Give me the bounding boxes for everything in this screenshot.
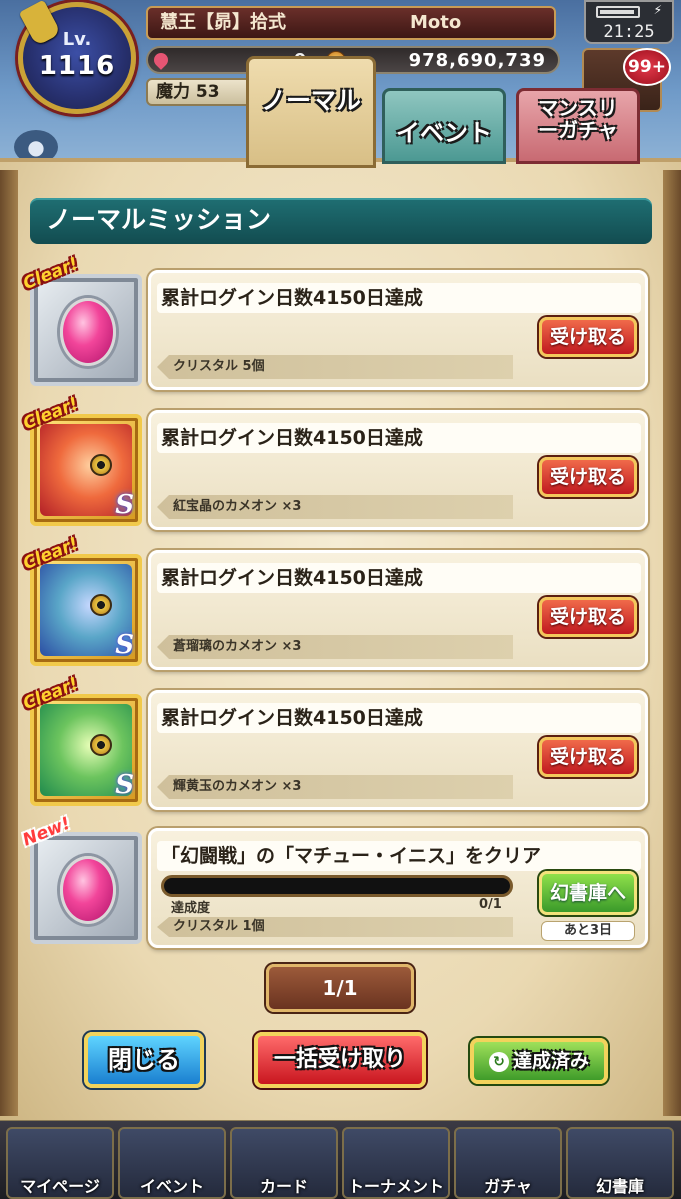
time-remaining: あと3日 xyxy=(541,921,635,941)
player-name: Moto xyxy=(410,12,462,33)
reward-icon-frame xyxy=(30,832,142,944)
tab-monthly-label: マンスリーガチャ xyxy=(538,96,618,142)
page-indicator[interactable]: 1/1 xyxy=(266,964,414,1012)
mission-title: 累計ログイン日数4150日達成 xyxy=(157,563,641,593)
tab-monthly-gacha[interactable]: マンスリーガチャ xyxy=(516,88,640,164)
status-clock: ⚡ 21:25 xyxy=(584,0,674,44)
refresh-icon: ↻ xyxy=(488,1051,509,1072)
clock-time: 21:25 xyxy=(603,22,655,42)
crystal-icon xyxy=(60,298,116,366)
mission-reward: 紅宝晶のカメオン ×3 xyxy=(157,495,513,519)
mission-title: 累計ログイン日数4150日達成 xyxy=(157,423,641,453)
mission-card: 累計ログイン日数4150日達成 受け取る 紅宝晶のカメオン ×3 xyxy=(148,410,648,530)
battery-icon xyxy=(596,6,640,18)
nav-label: マイページ xyxy=(20,1177,100,1196)
notification-badge: 99+ xyxy=(623,48,671,86)
gold-value: 978,690,739 xyxy=(408,50,546,71)
nav-label: カード xyxy=(259,1177,308,1196)
nav-gacha[interactable]: ガチャ xyxy=(454,1127,562,1199)
mission-card: 「幻闘戦」の「マチュー・イニス」をクリア 達成度 0/1 クリスタル 1個 幻書… xyxy=(148,828,648,948)
progress-label: 達成度 xyxy=(171,901,211,916)
bottom-nav: マイページ イベント カード トーナメント ガチャ 幻書庫 xyxy=(0,1118,681,1199)
mission-item: S Clear! 累計ログイン日数4150日達成 受け取る 紅宝晶のカメオン ×… xyxy=(20,394,650,530)
mission-item: S Clear! 累計ログイン日数4150日達成 受け取る 輝黄玉のカメオン ×… xyxy=(20,674,650,810)
mission-reward: クリスタル 5個 xyxy=(157,355,513,379)
nav-label: トーナメント xyxy=(347,1177,444,1196)
achieved-filter-button[interactable]: ↻ 達成済み xyxy=(470,1038,608,1084)
crystal-icon xyxy=(60,856,116,924)
gem-icon xyxy=(151,50,171,70)
tab-event[interactable]: イベント xyxy=(382,88,506,164)
tab-normal[interactable]: ノーマル xyxy=(246,56,376,168)
reward-icon-frame xyxy=(30,274,142,386)
nav-event[interactable]: イベント xyxy=(118,1127,226,1199)
close-button[interactable]: 閉じる xyxy=(84,1032,204,1088)
mission-item: S Clear! 累計ログイン日数4150日達成 受け取る 蒼瑠璃のカメオン ×… xyxy=(20,534,650,670)
receive-button[interactable]: 受け取る xyxy=(539,457,637,497)
mission-title: 「幻闘戦」の「マチュー・イニス」をクリア xyxy=(157,841,641,871)
nav-tournament[interactable]: トーナメント xyxy=(342,1127,450,1199)
reward-icon-frame: S xyxy=(30,554,142,666)
mission-card: 累計ログイン日数4150日達成 受け取る クリスタル 5個 xyxy=(148,270,648,390)
mission-reward: クリスタル 1個 xyxy=(157,917,513,937)
ss-rarity-icon: S xyxy=(115,770,134,800)
nav-label: 幻書庫 xyxy=(595,1177,644,1196)
book-spine-right xyxy=(663,170,681,1116)
section-title: ノーマルミッション xyxy=(30,198,652,244)
nav-mypage[interactable]: マイページ xyxy=(6,1127,114,1199)
mission-card: 累計ログイン日数4150日達成 受け取る 蒼瑠璃のカメオン ×3 xyxy=(148,550,648,670)
mission-reward: 輝黄玉のカメオン ×3 xyxy=(157,775,513,799)
player-title: 慧王【昴】拾式 xyxy=(160,12,286,33)
nav-card[interactable]: カード xyxy=(230,1127,338,1199)
receive-button[interactable]: 受け取る xyxy=(539,737,637,777)
ss-rarity-icon: S xyxy=(115,630,134,660)
achieved-label: 達成済み xyxy=(512,1050,589,1072)
mission-reward: 蒼瑠璃のカメオン ×3 xyxy=(157,635,513,659)
nav-library[interactable]: 幻書庫 xyxy=(566,1127,674,1199)
nav-label: イベント xyxy=(139,1177,204,1196)
charging-icon: ⚡ xyxy=(653,2,662,18)
nav-label: ガチャ xyxy=(484,1177,532,1196)
mission-title: 累計ログイン日数4150日達成 xyxy=(157,283,641,313)
ss-rarity-icon: S xyxy=(115,490,134,520)
progress-bar xyxy=(161,875,513,897)
book-spine-left xyxy=(0,170,18,1116)
reward-icon-frame: S xyxy=(30,694,142,806)
receive-button[interactable]: 受け取る xyxy=(539,597,637,637)
progress-count: 0/1 xyxy=(479,897,502,912)
mission-item: Clear! 累計ログイン日数4150日達成 受け取る クリスタル 5個 xyxy=(20,254,650,390)
mission-item: New! 「幻闘戦」の「マチュー・イニス」をクリア 達成度 0/1 クリスタル … xyxy=(20,814,650,948)
receive-button[interactable]: 受け取る xyxy=(539,317,637,357)
reward-icon-frame: S xyxy=(30,414,142,526)
player-title-bar[interactable]: 慧王【昴】拾式 Moto xyxy=(146,6,556,40)
mission-card: 累計ログイン日数4150日達成 受け取る 輝黄玉のカメオン ×3 xyxy=(148,690,648,810)
bulk-receive-button[interactable]: 一括受け取り xyxy=(254,1032,426,1088)
go-library-button[interactable]: 幻書庫へ xyxy=(539,871,637,915)
level-number: 1116 xyxy=(38,51,116,81)
mission-title: 累計ログイン日数4150日達成 xyxy=(157,703,641,733)
